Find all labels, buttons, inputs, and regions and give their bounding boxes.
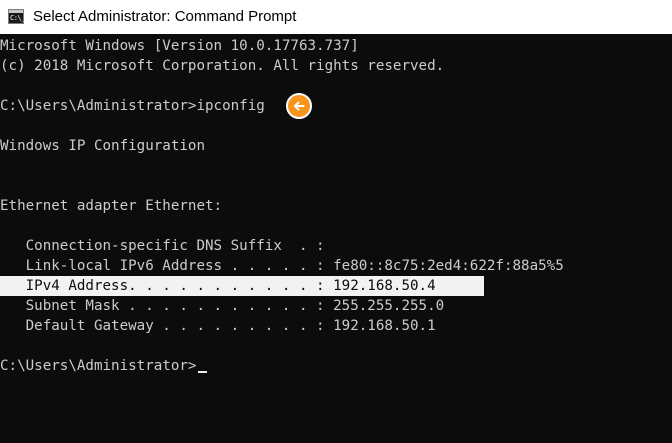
command-prompt-icon[interactable]: C:\_ xyxy=(8,9,25,24)
console-line-prompt[interactable]: C:\Users\Administrator> xyxy=(0,356,208,376)
console-line-ipv4: IPv4 Address. . . . . . . . . . . : 192.… xyxy=(0,278,436,294)
arrow-left-icon xyxy=(286,93,312,119)
window-title: Select Administrator: Command Prompt xyxy=(33,8,297,25)
prompt-text: C:\Users\Administrator> xyxy=(0,358,197,374)
console-line-command: C:\Users\Administrator>ipconfig xyxy=(0,98,265,114)
command-prompt-window: C:\_ Select Administrator: Command Promp… xyxy=(0,0,672,443)
console-line-ipv6: Link-local IPv6 Address . . . . . : fe80… xyxy=(0,258,564,274)
console-line-dns-suffix: Connection-specific DNS Suffix . : xyxy=(0,238,325,254)
console-line-copyright: (c) 2018 Microsoft Corporation. All righ… xyxy=(0,58,445,74)
console-output[interactable]: Microsoft Windows [Version 10.0.17763.73… xyxy=(0,34,672,443)
console-line-adapter-header: Ethernet adapter Ethernet: xyxy=(0,198,223,214)
console-line-subnet-mask: Subnet Mask . . . . . . . . . . . : 255.… xyxy=(0,298,445,314)
title-bar[interactable]: C:\_ Select Administrator: Command Promp… xyxy=(0,0,672,34)
icon-glyph: C:\_ xyxy=(10,14,25,22)
console-line-ip-config-header: Windows IP Configuration xyxy=(0,138,205,154)
arrow-left-glyph xyxy=(294,101,305,111)
text-cursor xyxy=(198,371,208,373)
console-line-version: Microsoft Windows [Version 10.0.17763.73… xyxy=(0,38,359,54)
icon-title-strip xyxy=(9,10,23,13)
console-line-default-gateway: Default Gateway . . . . . . . . . : 192.… xyxy=(0,318,436,334)
